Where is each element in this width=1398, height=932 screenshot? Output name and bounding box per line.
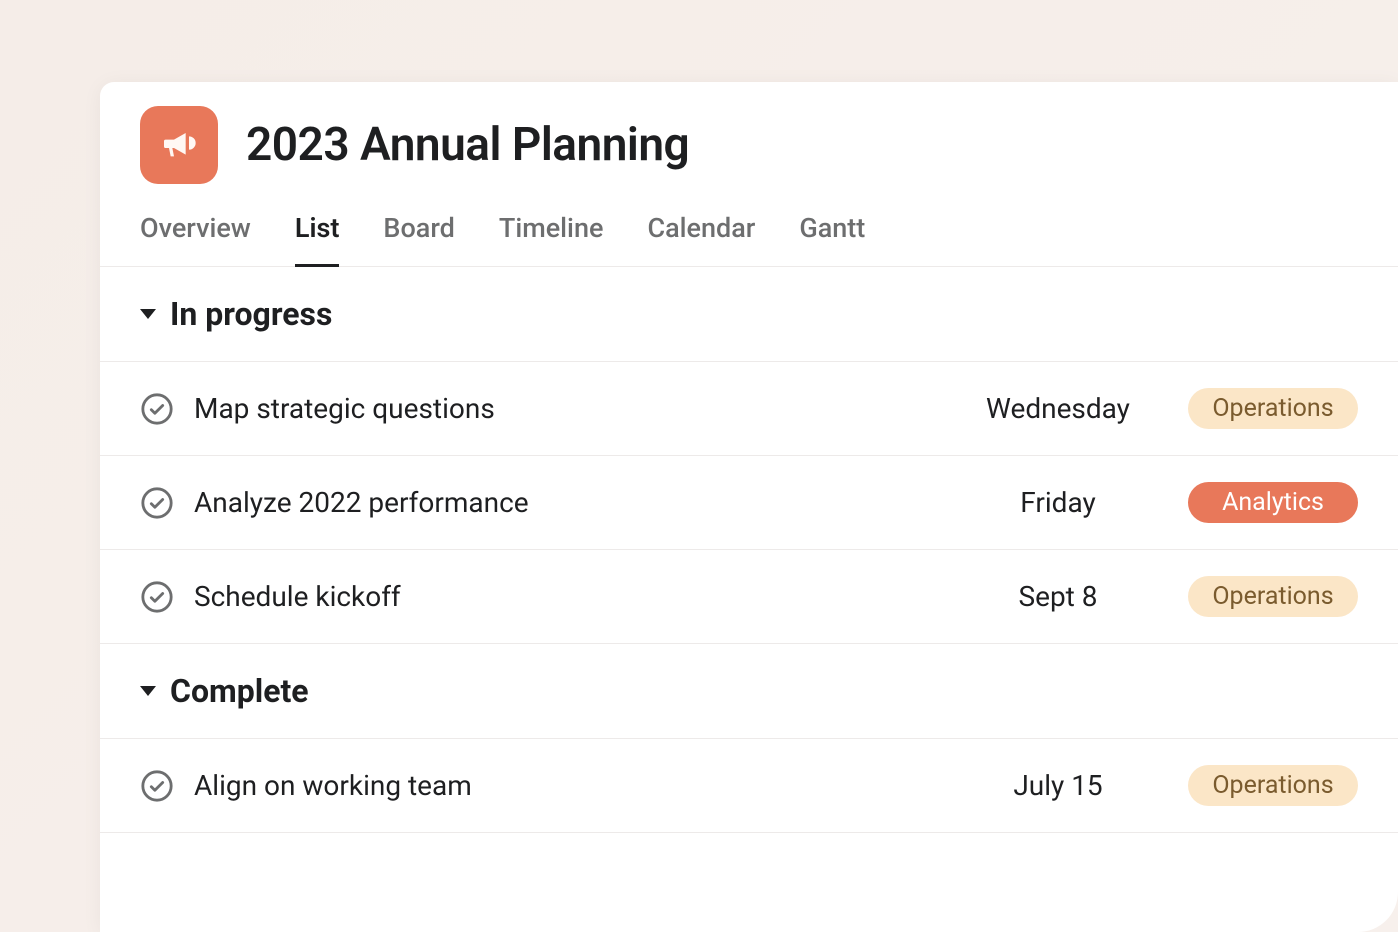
task-row[interactable]: Map strategic questions Wednesday Operat…	[100, 362, 1398, 456]
app-background: 2023 Annual Planning Overview List Board…	[0, 0, 1398, 932]
tab-overview[interactable]: Overview	[140, 212, 251, 266]
task-name: Map strategic questions	[194, 392, 928, 425]
tab-timeline[interactable]: Timeline	[499, 212, 604, 266]
section-header-complete[interactable]: Complete	[100, 644, 1398, 739]
check-circle-icon[interactable]	[140, 580, 174, 614]
task-tag[interactable]: Operations	[1188, 576, 1358, 617]
task-name: Align on working team	[194, 769, 928, 802]
project-title: 2023 Annual Planning	[246, 118, 689, 172]
check-circle-icon[interactable]	[140, 769, 174, 803]
check-circle-icon[interactable]	[140, 392, 174, 426]
tab-gantt[interactable]: Gantt	[799, 212, 865, 266]
task-date: Sept 8	[948, 580, 1168, 613]
project-header: 2023 Annual Planning	[100, 82, 1398, 184]
tab-list[interactable]: List	[295, 212, 340, 266]
task-row[interactable]: Analyze 2022 performance Friday Analytic…	[100, 456, 1398, 550]
task-date: July 15	[948, 769, 1168, 802]
caret-down-icon[interactable]	[140, 686, 156, 696]
task-name: Analyze 2022 performance	[194, 486, 928, 519]
task-date: Wednesday	[948, 392, 1168, 425]
section-title: Complete	[170, 672, 309, 710]
view-tabs: Overview List Board Timeline Calendar Ga…	[100, 184, 1398, 267]
task-name: Schedule kickoff	[194, 580, 928, 613]
task-tag[interactable]: Operations	[1188, 765, 1358, 806]
task-row[interactable]: Align on working team July 15 Operations	[100, 739, 1398, 833]
task-date: Friday	[948, 486, 1168, 519]
section-title: In progress	[170, 295, 332, 333]
task-tag[interactable]: Operations	[1188, 388, 1358, 429]
project-icon-box	[140, 106, 218, 184]
check-circle-icon[interactable]	[140, 486, 174, 520]
task-tag[interactable]: Analytics	[1188, 482, 1358, 523]
tab-calendar[interactable]: Calendar	[647, 212, 755, 266]
task-row[interactable]: Schedule kickoff Sept 8 Operations	[100, 550, 1398, 644]
megaphone-icon	[159, 123, 199, 167]
section-header-in-progress[interactable]: In progress	[100, 267, 1398, 362]
tab-board[interactable]: Board	[383, 212, 454, 266]
project-panel: 2023 Annual Planning Overview List Board…	[100, 82, 1398, 932]
caret-down-icon[interactable]	[140, 309, 156, 319]
